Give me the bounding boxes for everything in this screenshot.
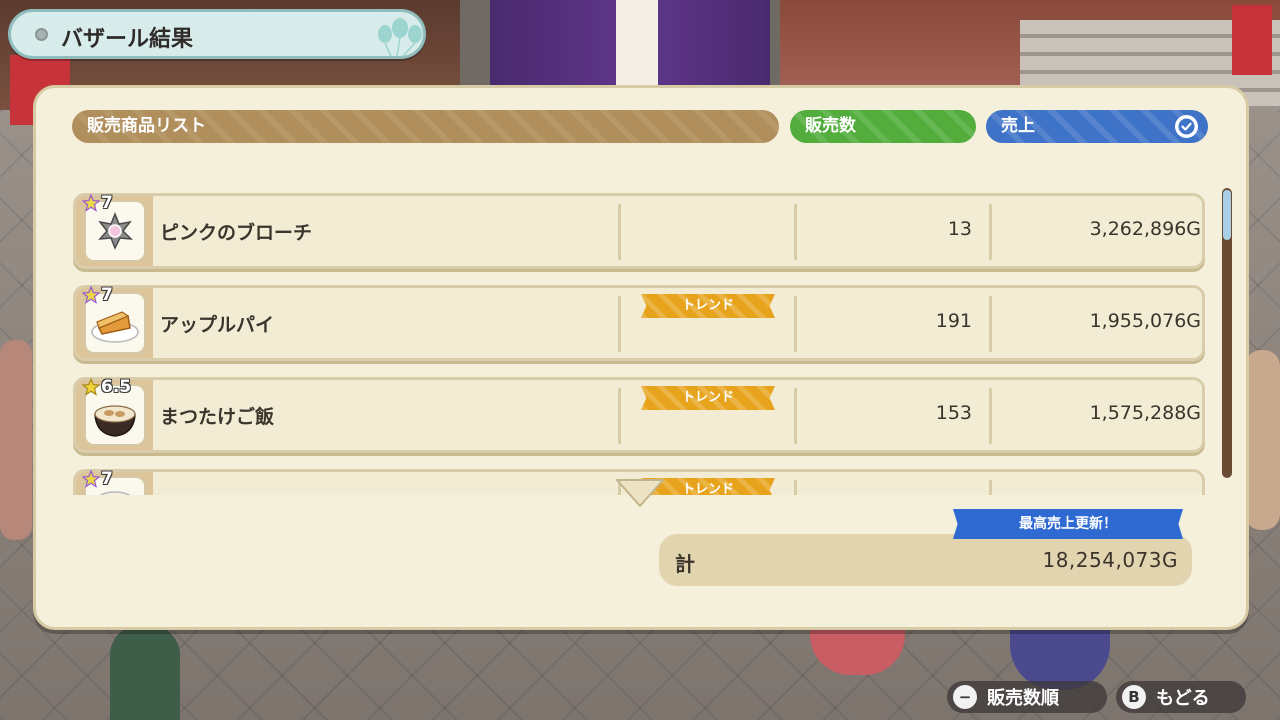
tab-sales-revenue-label: 売上 bbox=[1001, 116, 1035, 136]
total-value: 18,254,073G bbox=[1042, 548, 1178, 572]
back-button[interactable]: B もどる bbox=[1116, 681, 1246, 713]
tab-sales-quantity-label: 販売数 bbox=[805, 116, 856, 136]
rainbow-star-icon bbox=[82, 194, 100, 212]
balloons-icon bbox=[378, 18, 422, 56]
rainbow-star-icon bbox=[82, 470, 100, 488]
list-item[interactable]: 7 アップルパイ トレンド 191 1,955,076G bbox=[73, 285, 1205, 361]
scroll-down-arrow-icon[interactable] bbox=[615, 478, 665, 508]
product-list-header-label: 販売商品リスト bbox=[87, 116, 206, 136]
item-quantity: 153 bbox=[935, 402, 972, 424]
rarity-badge: 6.5 bbox=[82, 377, 131, 397]
trend-badge: トレンド bbox=[641, 386, 775, 410]
tab-sales-quantity[interactable]: 販売数 bbox=[790, 110, 976, 143]
scrollbar-thumb[interactable] bbox=[1223, 190, 1231, 240]
villager-figure bbox=[0, 340, 32, 540]
rarity-value: 7 bbox=[101, 285, 113, 305]
total-summary: 計 18,254,073G bbox=[659, 534, 1192, 586]
item-quantity: 13 bbox=[947, 218, 972, 240]
trend-badge: トレンド bbox=[641, 294, 775, 318]
item-name: まつたけご飯 bbox=[160, 406, 275, 428]
gold-star-icon bbox=[82, 378, 100, 396]
item-quantity: 191 bbox=[935, 310, 972, 332]
villager-figure bbox=[110, 625, 180, 720]
item-sales: 3,262,896G bbox=[1089, 218, 1201, 240]
sort-label: 販売数順 bbox=[987, 688, 1059, 709]
item-sales: 1,955,076G bbox=[1089, 310, 1201, 332]
sales-item-list[interactable]: 7 ピンクのブローチ 13 3,262,896G 7 アップルパイ トレンド 1… bbox=[70, 185, 1210, 495]
rarity-value: 7 bbox=[101, 469, 113, 489]
title-bar: バザール結果 bbox=[8, 9, 426, 59]
item-name: アップルパイ bbox=[160, 314, 275, 336]
red-flag-right bbox=[1232, 5, 1272, 75]
total-label: 計 bbox=[675, 552, 695, 576]
record-banner: 最高売上更新！ bbox=[953, 509, 1183, 539]
rarity-value: 7 bbox=[101, 193, 113, 213]
product-list-header: 販売商品リスト bbox=[72, 110, 779, 143]
rarity-value: 6.5 bbox=[101, 377, 132, 397]
rainbow-star-icon bbox=[82, 286, 100, 304]
sort-button[interactable]: − 販売数順 bbox=[947, 681, 1107, 713]
item-name: ピンクのブローチ bbox=[160, 222, 313, 244]
rarity-badge: 7 bbox=[82, 285, 113, 305]
minus-button-icon: − bbox=[953, 685, 977, 709]
list-item[interactable]: 7 ピンクのブローチ 13 3,262,896G bbox=[73, 193, 1205, 269]
purple-banner bbox=[490, 0, 770, 85]
check-icon bbox=[1175, 115, 1198, 138]
rarity-badge: 7 bbox=[82, 469, 113, 489]
b-button-icon: B bbox=[1122, 685, 1146, 709]
title-bullet-icon bbox=[35, 28, 48, 41]
tab-sales-revenue[interactable]: 売上 bbox=[986, 110, 1208, 143]
list-item[interactable]: 6.5 まつたけご飯 トレンド 153 1,575,288G bbox=[73, 377, 1205, 453]
villager-figure bbox=[1245, 350, 1280, 530]
back-label: もどる bbox=[1156, 688, 1210, 709]
item-sales: 1,575,288G bbox=[1089, 402, 1201, 424]
page-title: バザール結果 bbox=[61, 27, 194, 52]
rarity-badge: 7 bbox=[82, 193, 113, 213]
